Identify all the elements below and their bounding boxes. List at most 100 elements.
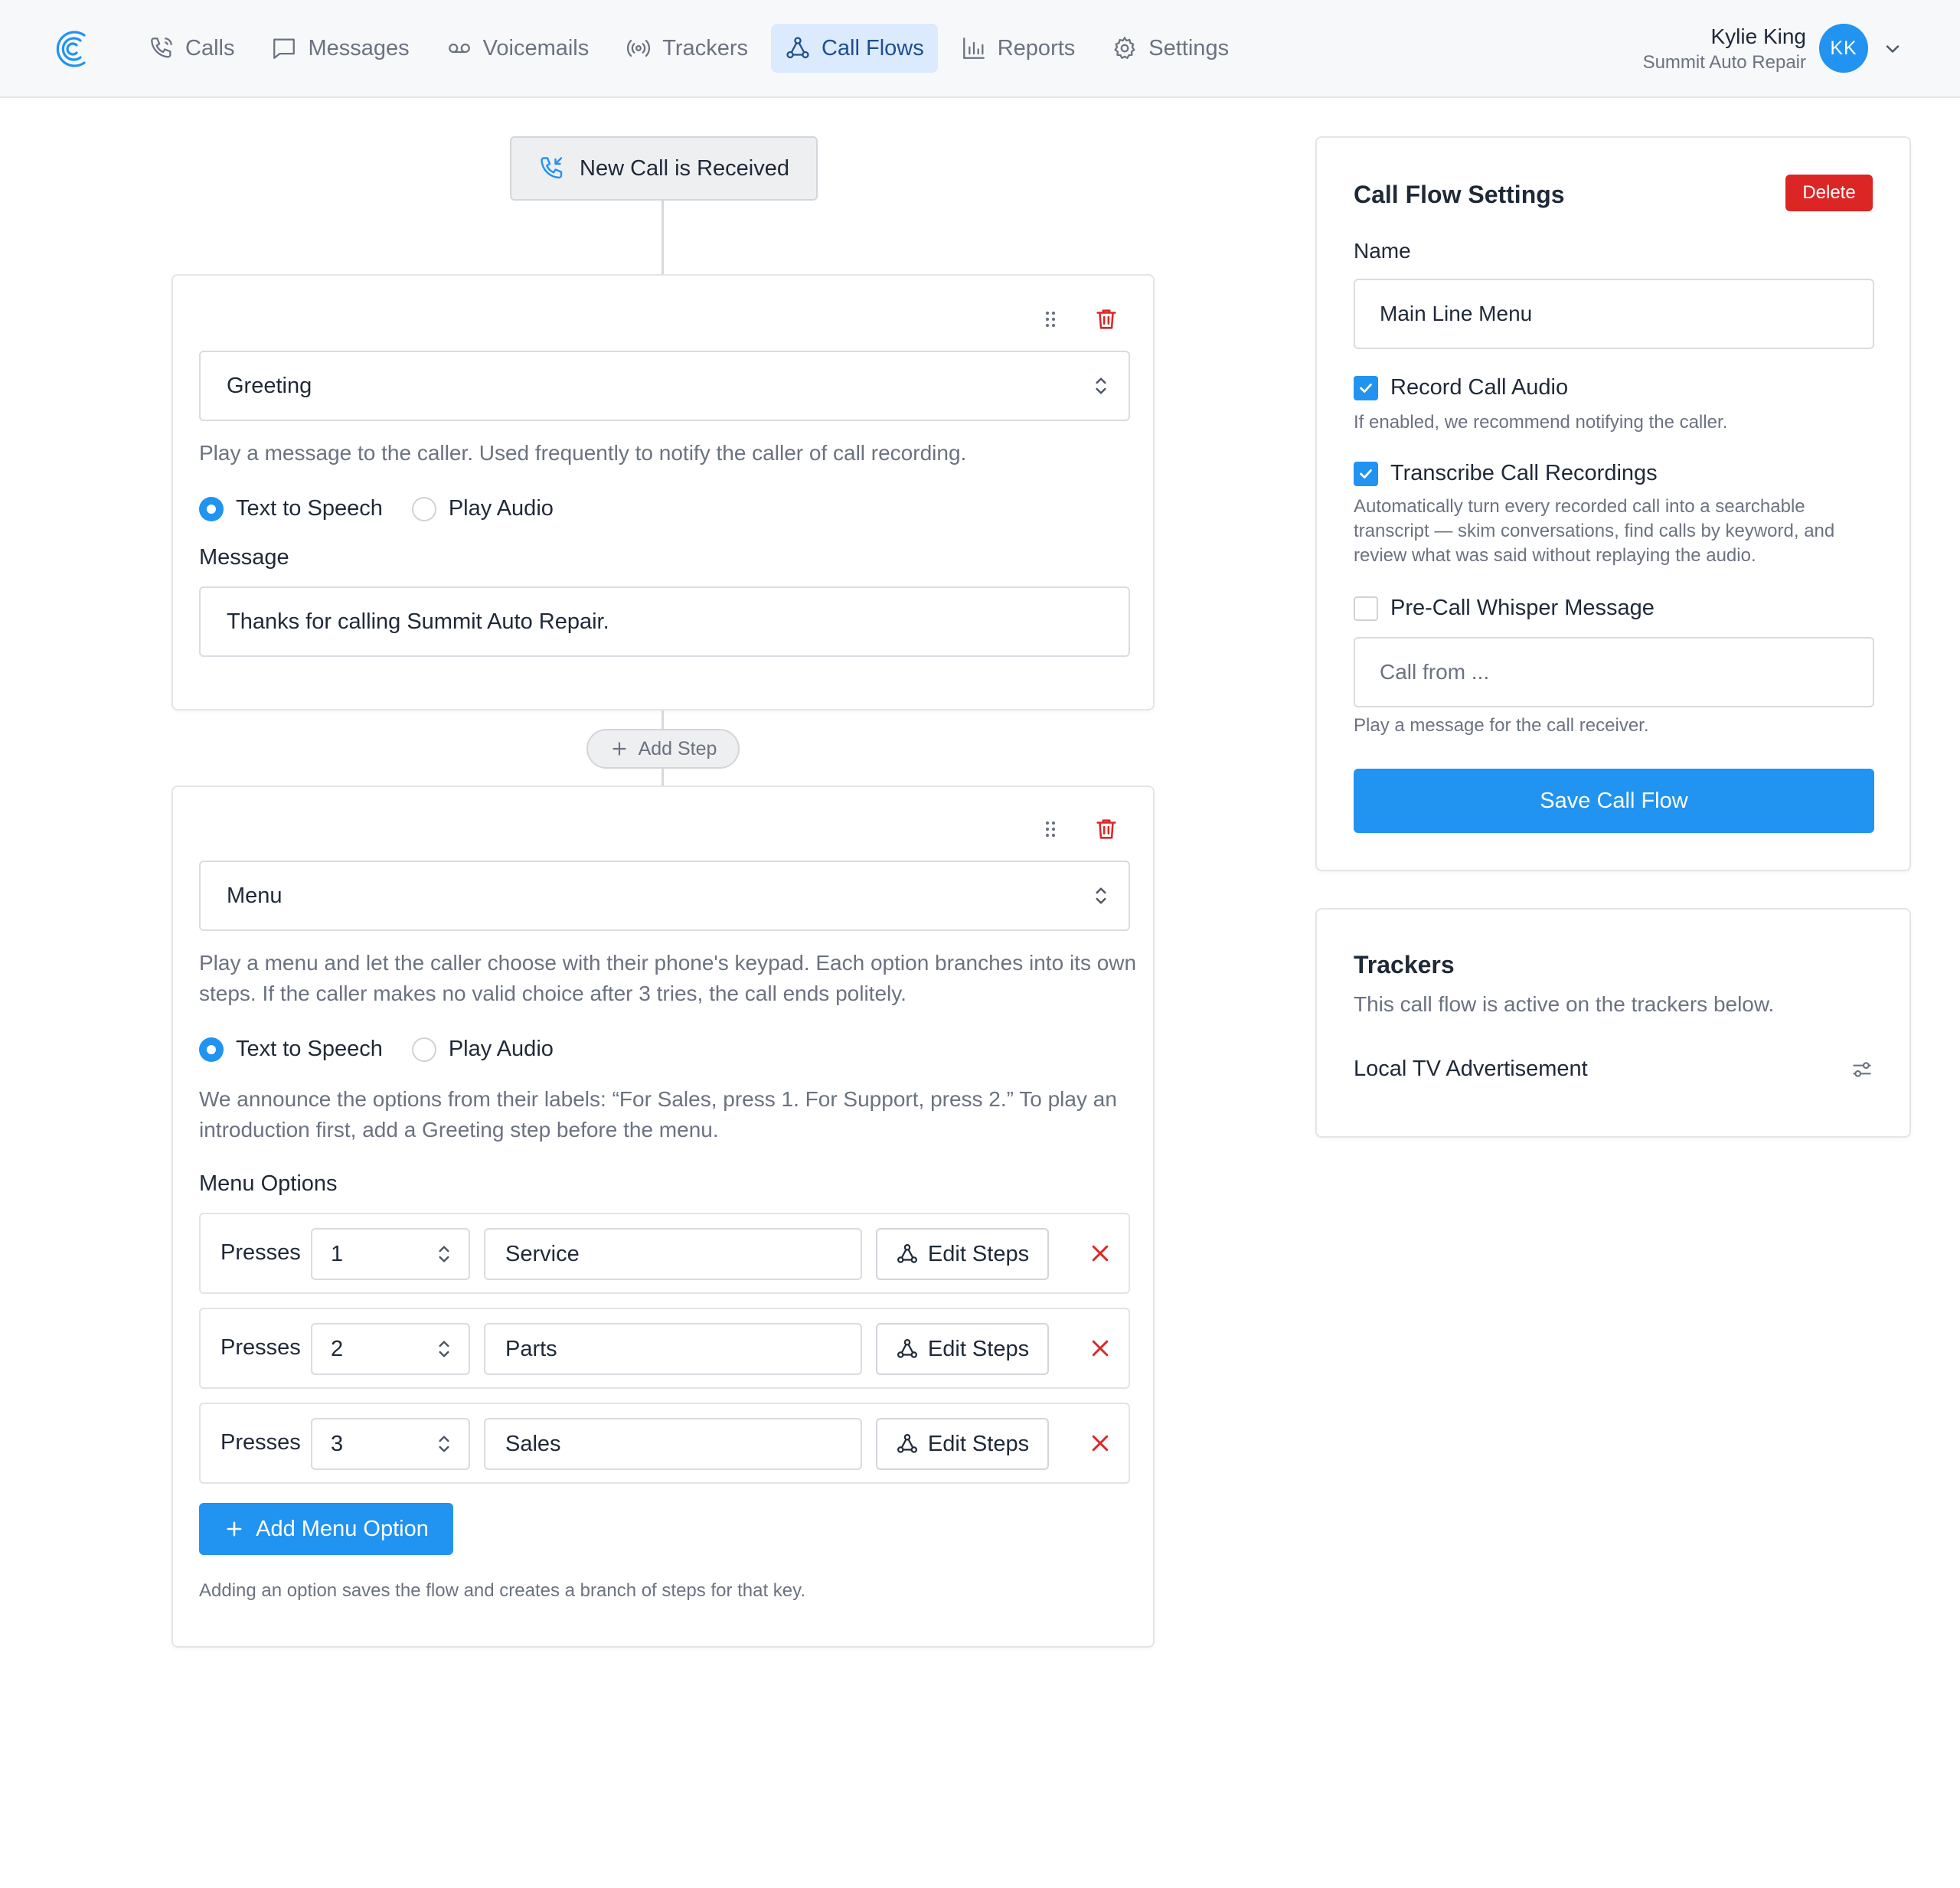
transcribe-label[interactable]: Transcribe Call Recordings [1390, 461, 1658, 486]
nav-label: Trackers [662, 35, 748, 60]
updown-chevron-icon [439, 1436, 449, 1452]
select-value: Greeting [227, 373, 312, 398]
menu-option-row: Presses 3 Sales Edit Steps [199, 1403, 1130, 1484]
key-select[interactable]: 2 [311, 1323, 470, 1375]
whisper-label[interactable]: Pre-Call Whisper Message [1390, 596, 1655, 621]
remove-option-icon[interactable] [1089, 1337, 1112, 1360]
chevron-down-icon[interactable] [1882, 38, 1903, 60]
nav-call-flows[interactable]: Call Flows [770, 24, 938, 73]
add-menu-option-label: Add Menu Option [256, 1516, 429, 1541]
updown-chevron-icon [1096, 887, 1106, 904]
transcribe-help: Automatically turn every recorded call i… [1354, 496, 1835, 566]
tts-radio-label[interactable]: Text to Speech [236, 1037, 383, 1062]
nav-voicemails[interactable]: Voicemails [433, 24, 603, 73]
play-audio-radio-label[interactable]: Play Audio [449, 1037, 554, 1062]
presses-label: Presses [220, 1335, 301, 1360]
whisper-checkbox[interactable] [1354, 596, 1378, 621]
presses-label: Presses [220, 1430, 301, 1455]
option-label-input[interactable]: Sales [484, 1418, 862, 1470]
nav-reports[interactable]: Reports [947, 24, 1089, 73]
avatar[interactable]: KK [1819, 24, 1868, 73]
whisper-message-input[interactable]: Call from ... [1354, 637, 1874, 707]
sliders-icon[interactable] [1850, 1057, 1874, 1082]
nav-label: Calls [185, 35, 235, 60]
tts-radio[interactable] [199, 496, 224, 521]
presses-label: Presses [220, 1240, 301, 1265]
nav-label: Settings [1148, 35, 1230, 60]
key-select[interactable]: 3 [311, 1418, 470, 1470]
nav-calls[interactable]: Calls [135, 24, 248, 73]
message-icon [273, 38, 296, 59]
step-description: Play a message to the caller. Used frequ… [199, 441, 967, 465]
save-call-flow-button[interactable]: Save Call Flow [1354, 769, 1874, 833]
transcribe-checkbox[interactable] [1354, 461, 1378, 486]
main-nav: Calls Messages Voicemails Trackers Call … [135, 24, 1243, 73]
nav-label: Voicemails [482, 35, 590, 60]
edit-steps-label: Edit Steps [927, 1241, 1030, 1266]
edit-steps-button[interactable]: Edit Steps [876, 1323, 1049, 1375]
flow-connector [662, 201, 664, 274]
message-input[interactable]: Thanks for calling Summit Auto Repair. [199, 586, 1130, 657]
edit-steps-button[interactable]: Edit Steps [876, 1228, 1049, 1280]
message-label: Message [199, 545, 289, 570]
trackers-panel: Trackers This call flow is active on the… [1315, 908, 1911, 1138]
edit-steps-label: Edit Steps [927, 1336, 1030, 1361]
option-label-input[interactable]: Parts [484, 1323, 862, 1375]
flow-icon [897, 1434, 917, 1453]
remove-option-icon[interactable] [1089, 1242, 1112, 1265]
step-type-select[interactable]: Greeting [199, 351, 1130, 421]
play-audio-radio[interactable] [411, 496, 436, 521]
delete-button[interactable]: Delete [1785, 175, 1873, 211]
start-node: New Call is Received [510, 136, 818, 201]
remove-option-icon[interactable] [1089, 1432, 1112, 1455]
name-label: Name [1354, 239, 1411, 263]
updown-chevron-icon [1096, 377, 1106, 394]
trash-icon[interactable] [1093, 306, 1119, 332]
nav-label: Call Flows [821, 35, 924, 60]
nav-trackers[interactable]: Trackers [612, 24, 762, 73]
user-info[interactable]: Kylie King Summit Auto Repair [1643, 23, 1806, 75]
nav-label: Reports [997, 35, 1076, 60]
nav-label: Messages [308, 35, 410, 60]
app-logo-icon[interactable] [54, 29, 89, 69]
updown-chevron-icon [439, 1341, 449, 1357]
voicemail-icon [448, 43, 470, 54]
announce-help: We announce the options from their label… [199, 1087, 1117, 1142]
select-value: Menu [227, 883, 283, 908]
play-audio-radio-label[interactable]: Play Audio [449, 496, 554, 521]
name-input[interactable]: Main Line Menu [1354, 279, 1874, 349]
drag-handle-icon[interactable] [1038, 307, 1063, 332]
nav-messages[interactable]: Messages [257, 24, 423, 73]
step-type-select[interactable]: Menu [199, 861, 1130, 931]
play-audio-radio[interactable] [411, 1037, 436, 1062]
check-icon [1360, 469, 1372, 479]
check-icon [1360, 383, 1372, 393]
key-select[interactable]: 1 [311, 1228, 470, 1280]
record-audio-label[interactable]: Record Call Audio [1390, 375, 1568, 400]
step-description: Play a menu and let the caller choose wi… [199, 951, 1137, 1005]
broadcast-icon [627, 39, 651, 57]
key-value: 2 [331, 1336, 344, 1361]
option-label-input[interactable]: Service [484, 1228, 862, 1280]
edit-steps-button[interactable]: Edit Steps [876, 1418, 1049, 1470]
tracker-name: Local TV Advertisement [1354, 1057, 1588, 1081]
whisper-row: Pre-Call Whisper Message [1354, 596, 1655, 621]
key-value: 3 [331, 1431, 344, 1456]
trackers-title: Trackers [1354, 951, 1455, 978]
record-audio-help: If enabled, we recommend notifying the c… [1354, 412, 1728, 433]
add-step-button[interactable]: Add Step [586, 729, 740, 769]
tts-radio-label[interactable]: Text to Speech [236, 496, 383, 521]
top-bar: Calls Messages Voicemails Trackers Call … [0, 0, 1960, 98]
menu-option-row: Presses 2 Parts Edit Steps [199, 1308, 1130, 1389]
tts-radio[interactable] [199, 1037, 224, 1062]
record-audio-checkbox[interactable] [1354, 375, 1378, 400]
drag-handle-icon[interactable] [1038, 817, 1063, 841]
call-flow-settings-panel: Call Flow Settings Delete Name Main Line… [1315, 136, 1911, 871]
trash-icon[interactable] [1093, 816, 1119, 842]
add-menu-option-button[interactable]: Add Menu Option [199, 1503, 453, 1555]
nav-settings[interactable]: Settings [1098, 24, 1243, 73]
user-company: Summit Auto Repair [1642, 52, 1806, 73]
trackers-subtitle: This call flow is active on the trackers… [1354, 992, 1775, 1016]
greeting-step-card: Greeting Play a message to the caller. U… [172, 274, 1155, 710]
tracker-item[interactable]: Local TV Advertisement [1354, 1057, 1874, 1082]
